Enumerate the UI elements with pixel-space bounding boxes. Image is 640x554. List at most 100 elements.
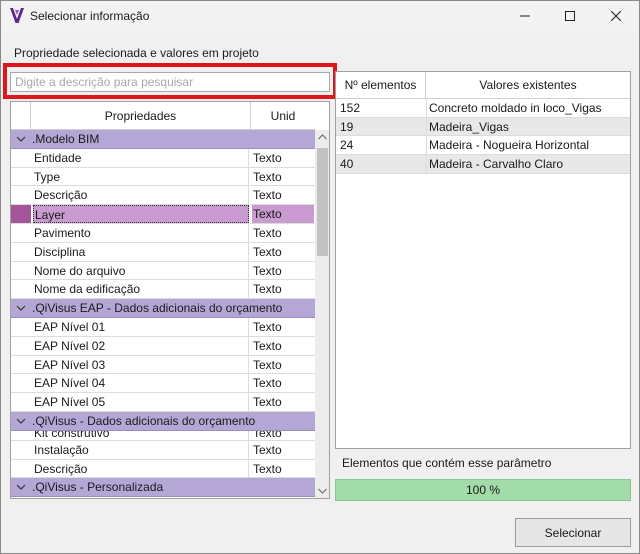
property-unit: Texto [253,319,282,334]
row-selector[interactable] [11,356,31,374]
property-unit: Texto [253,188,282,203]
property-row[interactable]: EAP Nível 02 Texto [11,336,315,356]
minimize-button[interactable] [502,1,548,32]
property-unit: Texto [252,205,314,223]
property-row[interactable]: Disciplina Texto [11,242,315,262]
search-input[interactable] [10,72,330,92]
element-count: 24 [340,138,354,153]
property-name: Descrição [33,459,249,478]
column-separator [426,136,427,155]
value-row[interactable]: 19 Madeira_Vigas [336,117,630,137]
collapse-chevron-icon[interactable] [16,417,26,425]
title-bar[interactable]: Selecionar informação [1,1,639,32]
row-selector[interactable] [11,168,31,186]
property-row[interactable]: EAP Nível 01 Texto [11,317,315,337]
property-unit: Texto [253,430,282,440]
property-row[interactable]: EAP Nível 05 Texto [11,393,315,412]
properties-grid-header: Propriedades Unid [11,102,315,130]
close-button[interactable] [593,1,639,32]
property-row[interactable]: Descrição Texto [11,459,315,479]
property-row[interactable]: Nome do arquivo Texto [11,261,315,281]
existing-value: Madeira_Vigas [429,119,509,134]
property-unit: Texto [253,150,282,165]
row-selector[interactable] [11,337,31,355]
row-selector[interactable] [11,393,31,411]
elements-label: Elementos que contém esse parâmetro [342,456,552,470]
scroll-up-icon[interactable] [318,134,327,140]
group-label: .QiVisus EAP - Dados adicionais do orçam… [32,301,283,316]
element-count: 40 [340,157,354,172]
element-count: 152 [340,101,361,115]
properties-scrollbar[interactable] [315,130,329,498]
row-selector[interactable] [11,431,31,440]
property-name: EAP Nível 02 [33,336,249,355]
property-name: Entidade [33,148,249,167]
property-name: Nome da edificação [33,280,249,299]
values-grid: Nº elementos Valores existentes 152 Concr… [335,71,631,449]
property-row[interactable]: Entidade Texto [11,148,315,168]
row-selector[interactable] [11,186,31,204]
value-row[interactable]: 24 Madeira - Nogueira Horizontal [336,136,630,156]
property-name: EAP Nível 05 [33,393,249,411]
property-row[interactable]: Instalação Texto [11,440,315,460]
group-name: .QiVisus - Dados adicionais do orçamento [15,412,315,430]
column-header-values[interactable]: Valores existentes [426,72,630,99]
property-group-row[interactable]: .Modelo BIM [11,130,315,149]
column-header-unit[interactable]: Unid [251,102,315,130]
row-selector[interactable] [11,374,31,392]
progress-bar: 100 % [335,479,631,501]
row-selector[interactable] [11,205,31,223]
property-group-row[interactable]: .QiVisus EAP - Dados adicionais do orçam… [11,299,315,318]
row-selector[interactable] [11,149,31,167]
column-header-properties[interactable]: Propriedades [31,102,251,130]
group-label: .QiVisus - Personalizada [32,480,164,495]
property-row[interactable]: EAP Nível 04 Texto [11,374,315,394]
property-name: EAP Nível 03 [33,355,249,374]
row-selector[interactable] [11,243,31,261]
property-name: Disciplina [33,242,249,261]
row-selector[interactable] [11,318,31,336]
row-selector[interactable] [11,262,31,280]
property-row[interactable]: Kit construtivo Texto [11,430,315,441]
collapse-chevron-icon[interactable] [16,483,26,491]
property-unit: Texto [253,395,282,410]
value-row[interactable]: 40 Madeira - Carvalho Claro [336,155,630,174]
property-name: Type [33,167,249,186]
property-name: EAP Nível 04 [33,374,249,393]
values-grid-header: Nº elementos Valores existentes [336,72,630,99]
scroll-thumb[interactable] [317,148,328,256]
property-unit: Texto [253,338,282,353]
maximize-icon [565,11,575,21]
select-button[interactable]: Selecionar [515,518,631,547]
collapse-chevron-icon[interactable] [16,135,26,143]
row-selector[interactable] [11,441,31,459]
group-name: .Modelo BIM [15,130,315,148]
property-row[interactable]: Descrição Texto [11,186,315,206]
element-count: 19 [340,119,354,134]
row-selector[interactable] [11,224,31,242]
row-header-corner [11,102,31,130]
property-unit: Texto [253,442,282,457]
property-row[interactable]: Layer Texto [11,205,315,224]
row-selector[interactable] [11,460,31,478]
row-selector[interactable] [11,280,31,298]
property-group-row[interactable]: .QiVisus - Dados adicionais do orçamento [11,411,315,431]
property-row[interactable]: Pavimento Texto [11,223,315,243]
property-unit: Texto [253,244,282,259]
column-header-count[interactable]: Nº elementos [336,72,426,99]
collapse-chevron-icon[interactable] [16,304,26,312]
property-name: Kit construtivo [33,430,249,440]
property-row[interactable]: Nome da edificação Texto [11,280,315,300]
property-unit: Texto [253,169,282,184]
existing-value: Madeira - Nogueira Horizontal [429,138,590,153]
property-name: Nome do arquivo [33,261,249,280]
property-row[interactable]: Type Texto [11,167,315,187]
maximize-button[interactable] [547,1,593,32]
minimize-icon [520,15,530,17]
value-row[interactable]: 152 Concreto moldado in loco_Vigas [336,99,630,118]
property-group-row[interactable]: .QiVisus - Personalizada [11,478,315,498]
property-unit: Texto [253,263,282,278]
column-separator [426,117,427,136]
scroll-down-icon[interactable] [318,488,327,494]
property-row[interactable]: EAP Nível 03 Texto [11,355,315,375]
